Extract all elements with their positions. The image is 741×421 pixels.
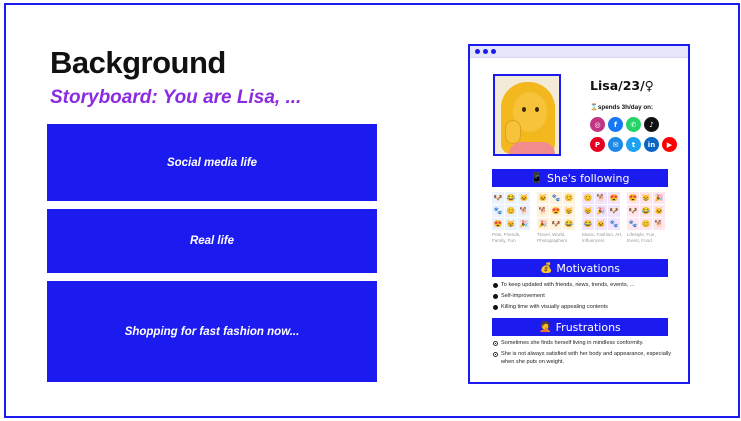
- thumbnail-image: 😂: [505, 192, 517, 204]
- bullet-icon: [493, 305, 498, 311]
- shopping-box: Shopping for fast fashion now...: [47, 281, 377, 382]
- facebook-icon: f: [608, 117, 623, 132]
- persona-name: Lisa/23/♀: [590, 78, 654, 93]
- twitter-icon: t: [626, 137, 641, 152]
- thumbnail-image: 🎉: [653, 192, 665, 204]
- thumbnail-image: 🐕: [595, 192, 607, 204]
- persona-window-bar: [470, 46, 688, 58]
- money-bag-icon: 💰: [539, 262, 553, 274]
- persona-card: Lisa/23/♀ ⌛spends 3h/day on: ◎ f ✆ ♪ P ✉ t in ▶…: [468, 44, 690, 384]
- list-item: Sometimes she finds herself living in mi…: [493, 340, 673, 348]
- list-item: She is not always satisfied with her bod…: [493, 351, 673, 366]
- thumbnail-image: 🐾: [627, 218, 639, 230]
- facepalm-icon: 🤦: [539, 321, 552, 333]
- frustrations-list: Sometimes she finds herself living in mi…: [493, 340, 673, 370]
- thumbnail-image: 🎉: [518, 218, 530, 230]
- thumbnail-image: 😊: [505, 205, 517, 217]
- thumbnail-image: 😊: [582, 192, 594, 204]
- thumbnail-grid: 🐶 😂 🐱 🐾 😊 🐕 😍 😸 🎉: [492, 192, 533, 230]
- list-item: Killing time with visually appealing con…: [493, 304, 673, 312]
- following-title: She's following: [547, 171, 630, 185]
- motivations-list: To keep updated with friends, news, tren…: [493, 282, 673, 315]
- thumbnail-grid: 🐱 🐾 😊 🐕 😍 😸 🎉 🐶 😂: [537, 192, 578, 230]
- phone-icon: 📱: [530, 172, 543, 184]
- list-item: To keep updated with friends, news, tren…: [493, 282, 673, 290]
- thumbnail-image: 😂: [563, 218, 575, 230]
- frustrations-title: Frustrations: [555, 320, 621, 334]
- frustrations-header: 🤦 Frustrations: [492, 318, 668, 336]
- tiktok-icon: ♪: [644, 117, 659, 132]
- following-group: 🐶 😂 🐱 🐾 😊 🐕 😍 😸 🎉 Pets, Friends, Family, Fun: [492, 192, 533, 243]
- thumbnail-image: 🐱: [653, 205, 665, 217]
- thumbnail-image: 😊: [563, 192, 575, 204]
- following-caption: Lifestyle, Fun, Event, Food: [627, 232, 656, 243]
- persona-spends: ⌛spends 3h/day on:: [590, 104, 654, 111]
- thumbnail-image: 🐶: [550, 218, 562, 230]
- thumbnail-image: 🐕: [518, 205, 530, 217]
- thumbnail-image: 😸: [582, 205, 594, 217]
- social-icons-row-2: P ✉ t in ▶: [590, 137, 677, 152]
- social-media-life-box: Social media life: [47, 124, 377, 201]
- whatsapp-icon: ✆: [626, 117, 641, 132]
- thumbnail-image: 🐱: [537, 192, 549, 204]
- messenger-icon: ✉: [608, 137, 623, 152]
- window-dot-icon: [475, 49, 480, 54]
- thumbnail-image: 🐶: [608, 205, 620, 217]
- social-icons-row-1: ◎ f ✆ ♪: [590, 117, 659, 132]
- real-life-label: Real life: [189, 235, 235, 247]
- linkedin-icon: in: [644, 137, 659, 152]
- motivations-title: Motivations: [556, 261, 621, 275]
- sad-face-icon: [493, 352, 498, 358]
- sad-face-icon: [493, 341, 498, 346]
- real-life-box: Real life: [47, 209, 377, 273]
- instagram-icon: ◎: [590, 117, 605, 132]
- bullet-icon: [493, 294, 498, 300]
- window-dot-icon: [483, 49, 488, 54]
- slide-subtitle: Storyboard: You are Lisa, ...: [50, 87, 302, 108]
- following-caption: Music, Fashion, Art, Influencers: [582, 232, 623, 243]
- motivations-header: 💰 Motivations: [492, 259, 668, 277]
- following-group: 🐱 🐾 😊 🐕 😍 😸 🎉 🐶 😂 Travel, World, Photographers: [537, 192, 578, 243]
- thumbnail-image: 🐕: [653, 218, 665, 230]
- following-group: 😊 🐕 😍 😸 🎉 🐶 😂 🐱 🐾 Music, Fashion, Art, Influence…: [582, 192, 623, 243]
- thumbnail-image: 🐕: [537, 205, 549, 217]
- slide-frame: Background Storyboard: You are Lisa, ...…: [4, 3, 740, 418]
- following-grid: 🐶 😂 🐱 🐾 😊 🐕 😍 😸 🎉 Pets, Friends, Family, Fun 🐱 🐾 😊…: [492, 192, 670, 243]
- following-caption: Travel, World, Photographers: [537, 232, 568, 243]
- thumbnail-image: 🐾: [492, 205, 504, 217]
- thumbnail-image: 🐶: [627, 205, 639, 217]
- shopping-label: Shopping for fast fashion now...: [124, 325, 300, 338]
- thumbnail-image: 🐶: [492, 192, 504, 204]
- thumbnail-image: 😂: [582, 218, 594, 230]
- thumbnail-image: 😸: [640, 192, 652, 204]
- thumbnail-image: 😸: [563, 205, 575, 217]
- thumbnail-image: 🐱: [595, 218, 607, 230]
- thumbnail-image: 😸: [505, 218, 517, 230]
- social-media-life-label: Social media life: [166, 156, 258, 169]
- thumbnail-image: 🎉: [537, 218, 549, 230]
- thumbnail-image: 😍: [492, 218, 504, 230]
- slide-title: Background: [50, 45, 226, 80]
- thumbnail-image: 🐾: [608, 218, 620, 230]
- thumbnail-grid: 😊 🐕 😍 😸 🎉 🐶 😂 🐱 🐾: [582, 192, 623, 230]
- bullet-icon: [493, 283, 498, 288]
- window-dot-icon: [491, 49, 496, 54]
- avatar: [493, 74, 561, 156]
- following-header: 📱 She's following: [492, 169, 668, 187]
- youtube-icon: ▶: [662, 137, 677, 152]
- thumbnail-image: 🐾: [550, 192, 562, 204]
- thumbnail-grid: 😍 😸 🎉 🐶 😂 🐱 🐾 😊 🐕: [627, 192, 668, 230]
- list-item: Self-improvement: [493, 293, 673, 301]
- thumbnail-image: 🐱: [518, 192, 530, 204]
- thumbnail-image: 🎉: [595, 205, 607, 217]
- pinterest-icon: P: [590, 137, 605, 152]
- following-caption: Pets, Friends, Family, Fun: [492, 232, 521, 243]
- thumbnail-image: 😍: [627, 192, 639, 204]
- following-group: 😍 😸 🎉 🐶 😂 🐱 🐾 😊 🐕 Lifestyle, Fun, Event, Food: [627, 192, 668, 243]
- thumbnail-image: 😍: [608, 192, 620, 204]
- thumbnail-image: 😂: [640, 205, 652, 217]
- thumbnail-image: 😍: [550, 205, 562, 217]
- thumbnail-image: 😊: [640, 218, 652, 230]
